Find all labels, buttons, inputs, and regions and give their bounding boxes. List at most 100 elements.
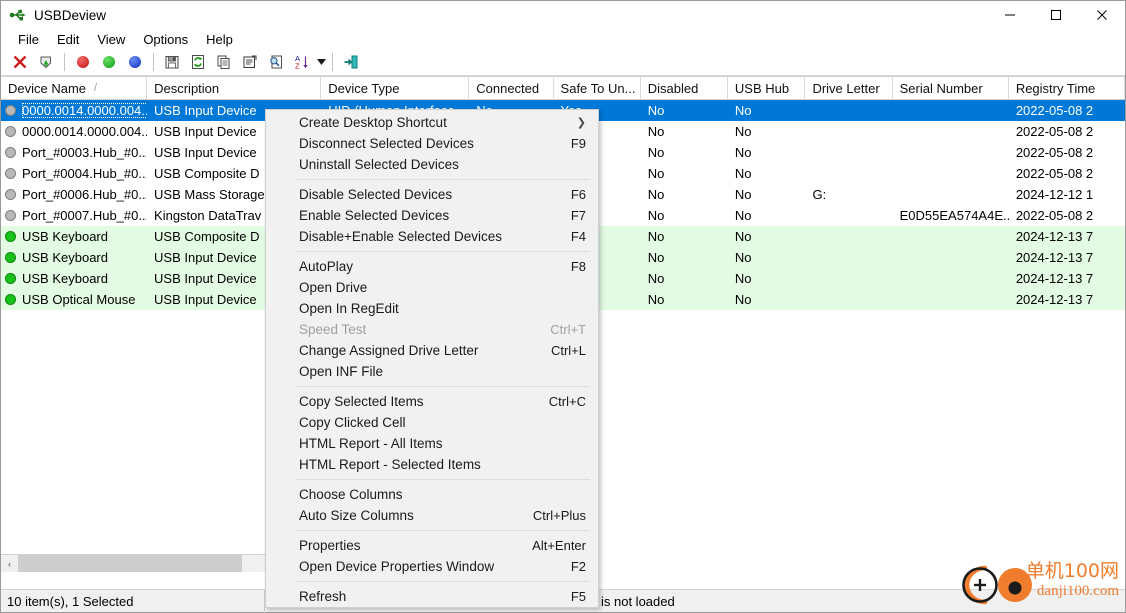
refresh-page-icon[interactable] — [185, 50, 211, 74]
menu-item-create-desktop-shortcut[interactable]: Create Desktop Shortcut ❯ — [266, 112, 598, 133]
menu-item-open-drive[interactable]: Open Drive — [266, 277, 598, 298]
column-header-device-name[interactable]: Device Name / — [1, 77, 148, 99]
column-header-disabled[interactable]: Disabled — [641, 77, 728, 99]
magnifier-page-icon[interactable] — [263, 50, 289, 74]
az-sort-icon[interactable]: A Z — [289, 50, 315, 74]
menu-item-shortcut: Ctrl+L — [550, 343, 586, 358]
status-item-count: 10 item(s), 1 Selected — [1, 589, 265, 613]
copy-pages-icon[interactable] — [211, 50, 237, 74]
enable-selected-devices-icon[interactable] — [96, 50, 122, 74]
eject-shield-icon[interactable] — [33, 50, 59, 74]
menu-item-shortcut: F2 — [570, 559, 586, 574]
toolbar-separator — [332, 53, 333, 71]
scroll-left-button[interactable]: ‹ — [1, 555, 18, 572]
column-header-usb-hub[interactable]: USB Hub — [728, 77, 806, 99]
menu-item-open-inf-file[interactable]: Open INF File — [266, 361, 598, 382]
menu-item-open-in-regedit[interactable]: Open In RegEdit — [266, 298, 598, 319]
column-header-label: Registry Time — [1015, 80, 1096, 96]
menu-item-html-report-selected-items[interactable]: HTML Report - Selected Items — [266, 454, 598, 475]
close-button[interactable] — [1079, 1, 1125, 29]
cell-registry-time: 2024-12-13 7 — [1015, 229, 1094, 244]
cell-device-name: 0000.0014.0000.004.... — [1, 124, 147, 139]
menu-separator — [297, 530, 590, 531]
menu-item-label: Copy Clicked Cell — [299, 415, 406, 430]
column-header-serial-number[interactable]: Serial Number — [893, 77, 1009, 99]
menu-item-label: Open Drive — [299, 280, 368, 295]
menu-item-shortcut: F6 — [570, 187, 586, 202]
menu-item-properties[interactable]: Properties Alt+Enter — [266, 535, 598, 556]
menu-item-shortcut: F4 — [570, 229, 586, 244]
menu-item-change-assigned-drive-letter[interactable]: Change Assigned Drive Letter Ctrl+L — [266, 340, 598, 361]
menu-item-label: Refresh — [299, 589, 347, 604]
cell-disabled: No — [647, 103, 665, 118]
cell-usb-hub: No — [734, 124, 752, 139]
floppy-disk-icon[interactable] — [159, 50, 185, 74]
menu-item-label: Auto Size Columns — [299, 508, 414, 523]
cell-registry-time: 2024-12-13 7 — [1015, 271, 1094, 286]
column-header-description[interactable]: Description — [147, 77, 322, 99]
column-header-label: Disabled — [647, 80, 699, 96]
menu-item-uninstall-selected-devices[interactable]: Uninstall Selected Devices — [266, 154, 598, 175]
column-header-label: Safe To Un... — [560, 80, 636, 96]
device-name-text: USB Optical Mouse — [22, 292, 136, 307]
exit-door-icon[interactable] — [338, 50, 364, 74]
column-header-registry-time[interactable]: Registry Time — [1009, 77, 1125, 99]
context-menu: Create Desktop Shortcut ❯ Disconnect Selec… — [265, 109, 599, 608]
menu-item-html-report-all-items[interactable]: HTML Report - All Items — [266, 433, 598, 454]
cell-device-name: USB Keyboard — [1, 229, 147, 244]
column-header-label: Device Type — [328, 80, 400, 96]
menu-item-shortcut: F8 — [570, 259, 586, 274]
uninstall-selected-devices-icon[interactable] — [7, 50, 33, 74]
menu-help[interactable]: Help — [197, 30, 242, 49]
chevron-down-icon[interactable] — [315, 50, 327, 74]
column-header-drive-letter[interactable]: Drive Letter — [805, 77, 893, 99]
menu-item-disable-selected-devices[interactable]: Disable Selected Devices F6 — [266, 184, 598, 205]
menu-view[interactable]: View — [88, 30, 134, 49]
menu-edit[interactable]: Edit — [48, 30, 88, 49]
menu-item-label: Copy Selected Items — [299, 394, 424, 409]
menu-item-copy-selected-items[interactable]: Copy Selected Items Ctrl+C — [266, 391, 598, 412]
menu-item-autoplay[interactable]: AutoPlay F8 — [266, 256, 598, 277]
cell-usb-hub: No — [734, 250, 752, 265]
menu-item-auto-size-columns[interactable]: Auto Size Columns Ctrl+Plus — [266, 505, 598, 526]
title-bar: USBDeview — [1, 1, 1125, 29]
menu-file[interactable]: File — [9, 30, 48, 49]
menu-item-label: Enable Selected Devices — [299, 208, 450, 223]
menu-options[interactable]: Options — [134, 30, 197, 49]
scrollbar-track[interactable] — [18, 555, 265, 572]
disable-selected-devices-icon[interactable] — [70, 50, 96, 74]
device-name-text: Port_#0004.Hub_#0... — [22, 166, 148, 181]
column-header-connected[interactable]: Connected — [469, 77, 554, 99]
menu-item-label: Open INF File — [299, 364, 384, 379]
menu-item-label: Disable Selected Devices — [299, 187, 453, 202]
toolbar-separator — [153, 53, 154, 71]
horizontal-scrollbar[interactable]: ‹ — [1, 554, 265, 572]
toolbar-separator — [64, 53, 65, 71]
device-name-text: USB Keyboard — [22, 250, 108, 265]
cell-disabled: No — [647, 166, 665, 181]
device-disconnected-icon — [5, 126, 16, 137]
menu-item-shortcut: Ctrl+T — [550, 322, 586, 337]
menu-item-choose-columns[interactable]: Choose Columns — [266, 484, 598, 505]
device-name-text: USB Keyboard — [22, 229, 108, 244]
column-header-label: Device Name — [8, 80, 87, 96]
menu-item-open-device-properties-window[interactable]: Open Device Properties Window F2 — [266, 556, 598, 577]
menu-separator — [297, 479, 590, 480]
scrollbar-thumb[interactable] — [18, 555, 242, 572]
menu-item-disable-plus-enable-selected-devices[interactable]: Disable+Enable Selected Devices F4 — [266, 226, 598, 247]
device-connected-icon — [5, 273, 16, 284]
disable-enable-selected-devices-icon[interactable] — [122, 50, 148, 74]
properties-sheet-icon[interactable] — [237, 50, 263, 74]
menu-item-refresh[interactable]: Refresh F5 — [266, 586, 598, 607]
cell-device-name: Port_#0007.Hub_#0... — [1, 208, 147, 223]
menu-item-speed-test: Speed Test Ctrl+T — [266, 319, 598, 340]
menu-item-label: Create Desktop Shortcut — [299, 115, 447, 130]
maximize-button[interactable] — [1033, 1, 1079, 29]
menu-item-enable-selected-devices[interactable]: Enable Selected Devices F7 — [266, 205, 598, 226]
column-header-device-type[interactable]: Device Type — [321, 77, 470, 99]
menu-item-disconnect-selected-devices[interactable]: Disconnect Selected Devices F9 — [266, 133, 598, 154]
menu-item-copy-clicked-cell[interactable]: Copy Clicked Cell — [266, 412, 598, 433]
menu-item-label: AutoPlay — [299, 259, 354, 274]
column-header-safe-to-un[interactable]: Safe To Un... — [554, 77, 641, 99]
minimize-button[interactable] — [987, 1, 1033, 29]
